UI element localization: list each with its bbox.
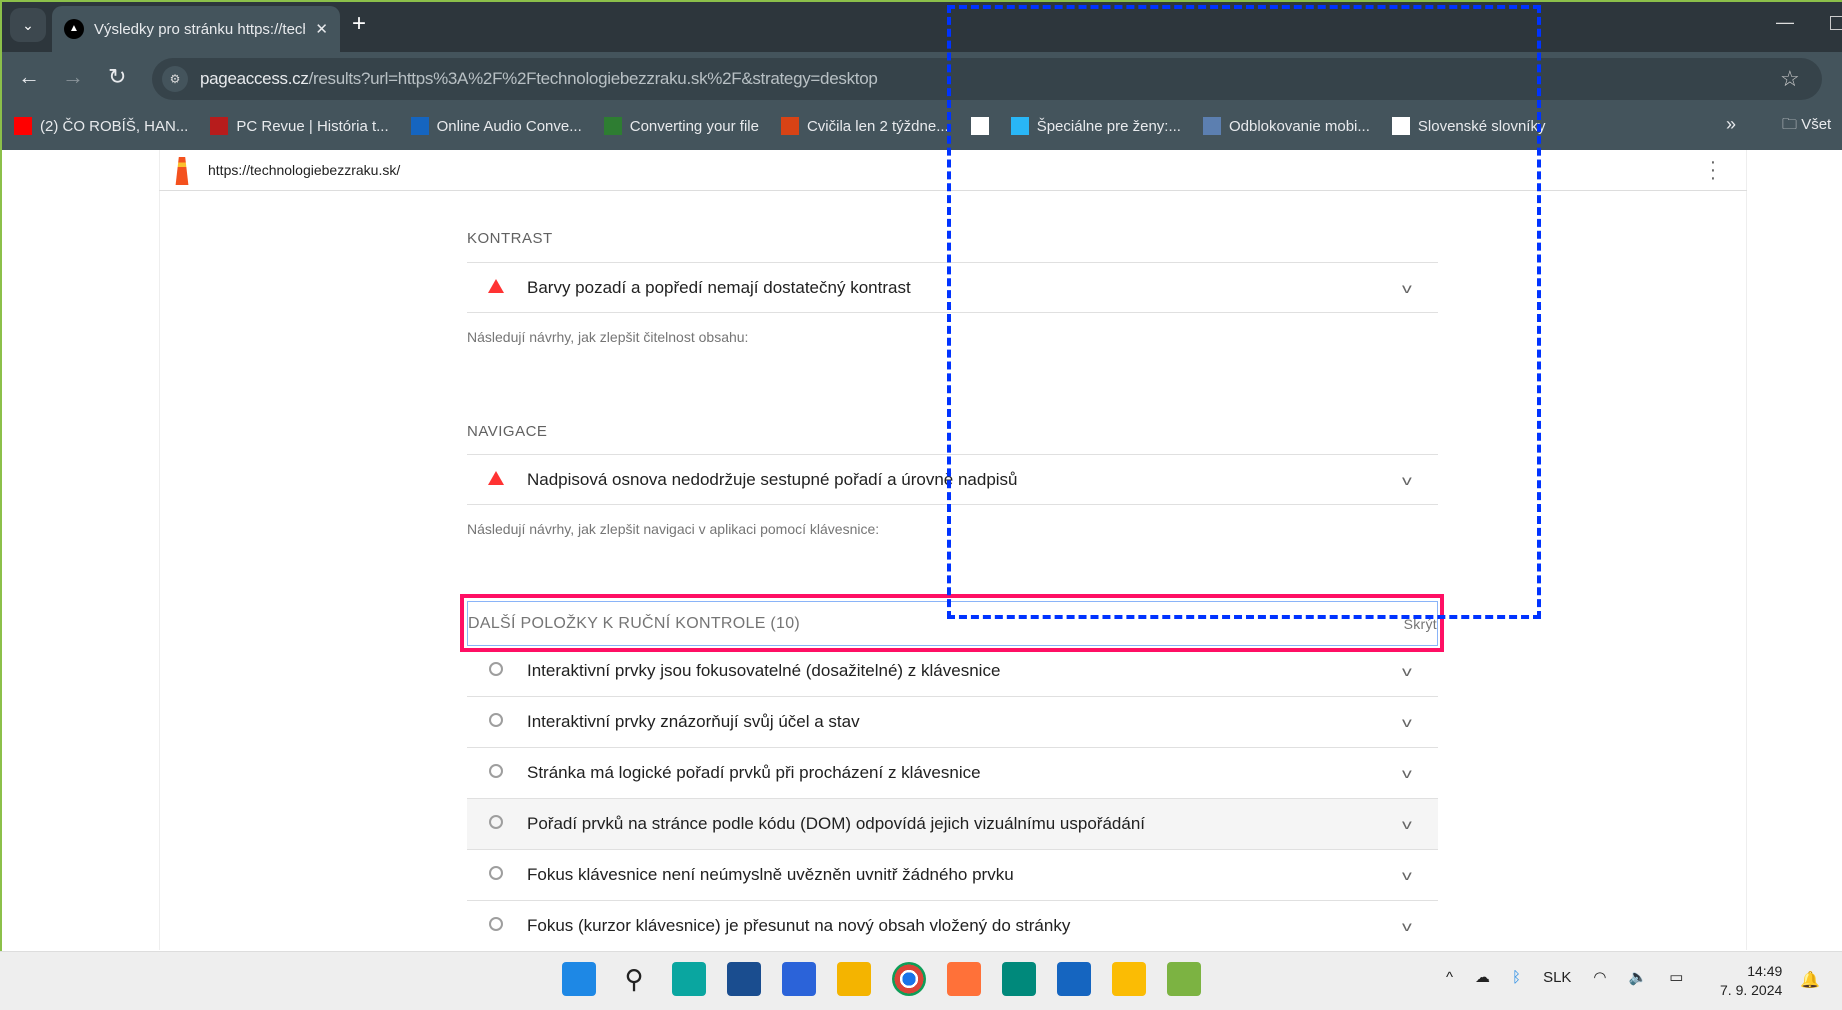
chevron-down-icon[interactable]: v — [1402, 867, 1444, 883]
battery-icon[interactable]: ▭ — [1669, 968, 1683, 986]
selection-marquee — [947, 5, 1541, 619]
fail-triangle-icon — [488, 470, 504, 485]
search-icon[interactable]: ⚲ — [617, 962, 651, 996]
editor-icon[interactable] — [782, 962, 816, 996]
manual-check-item[interactable]: Interaktivní prvky jsou fokusovatelné (d… — [467, 646, 1438, 697]
system-tray: ^ ☁ ᛒ SLK ◠ 🔈 ▭ — [1446, 968, 1683, 987]
chevron-down-icon[interactable]: v — [1402, 918, 1444, 934]
section-note: Následují návrhy, jak zlepšit navigaci v… — [467, 521, 880, 537]
show-hidden-icons[interactable]: ^ — [1446, 969, 1453, 986]
meet-icon[interactable] — [1002, 962, 1036, 996]
manual-check-item[interactable]: Fokus (kurzor klávesnice) je přesunut na… — [467, 901, 1438, 952]
notifications-icon[interactable]: 🔔 — [1800, 970, 1820, 990]
tested-url-link[interactable]: https://technologiebezzraku.sk/ — [208, 162, 400, 178]
manual-check-title: Pořadí prvků na stránce podle kódu (DOM)… — [527, 814, 1146, 833]
chevron-down-icon[interactable]: v — [1402, 765, 1444, 781]
time: 14:49 — [1747, 963, 1783, 979]
store-icon[interactable] — [727, 962, 761, 996]
section-title-navigation: NAVIGACE — [467, 423, 548, 440]
manual-check-item[interactable]: Stránka má logické pořadí prvků při proc… — [467, 748, 1438, 799]
manual-circle-icon — [489, 866, 503, 880]
manual-check-title: Fokus (kurzor klávesnice) je přesunut na… — [527, 916, 1071, 935]
firefox-icon[interactable] — [947, 962, 981, 996]
chevron-down-icon[interactable]: v — [1402, 663, 1444, 679]
onedrive-icon[interactable]: ☁ — [1475, 968, 1490, 986]
start-icon[interactable] — [562, 962, 596, 996]
manual-circle-icon — [489, 713, 503, 727]
chevron-down-icon[interactable]: v — [1402, 714, 1444, 730]
manual-check-title: Fokus klávesnice není neúmyslně uvězněn … — [527, 865, 1014, 884]
manual-check-title: Interaktivní prvky jsou fokusovatelné (d… — [527, 661, 1001, 680]
section-title-contrast: KONTRAST — [467, 230, 553, 247]
manual-check-item[interactable]: Pořadí prvků na stránce podle kódu (DOM)… — [467, 799, 1438, 850]
clock[interactable]: 14:49 7. 9. 2024 — [1720, 962, 1782, 1000]
more-options-icon[interactable]: · · · — [1708, 152, 1718, 188]
manual-circle-icon — [489, 917, 503, 931]
manual-circle-icon — [489, 764, 503, 778]
edge-icon[interactable] — [672, 962, 706, 996]
manual-circle-icon — [489, 815, 503, 829]
todo-icon[interactable] — [1057, 962, 1091, 996]
drive-icon[interactable] — [1112, 962, 1146, 996]
chrome-icon[interactable] — [892, 962, 926, 996]
manual-check-item[interactable]: Fokus klávesnice není neúmyslně uvězněn … — [467, 850, 1438, 901]
fail-triangle-icon — [488, 278, 504, 293]
language-indicator[interactable]: SLK — [1543, 969, 1571, 986]
notepad-icon[interactable] — [1167, 962, 1201, 996]
section-note: Následují návrhy, jak zlepšit čitelnost … — [467, 329, 749, 345]
volume-icon[interactable]: 🔈 — [1629, 968, 1648, 986]
manual-circle-icon — [489, 662, 503, 676]
chevron-down-icon[interactable]: v — [1402, 816, 1444, 832]
explorer-icon[interactable] — [837, 962, 871, 996]
manual-check-item[interactable]: Interaktivní prvky znázorňují svůj účel … — [467, 697, 1438, 748]
wifi-icon[interactable]: ◠ — [1593, 968, 1606, 986]
manual-check-title: Stránka má logické pořadí prvků při proc… — [527, 763, 981, 782]
bluetooth-icon[interactable]: ᛒ — [1512, 969, 1521, 986]
date: 7. 9. 2024 — [1720, 982, 1783, 998]
manual-check-title: Interaktivní prvky znázorňují svůj účel … — [527, 712, 860, 731]
